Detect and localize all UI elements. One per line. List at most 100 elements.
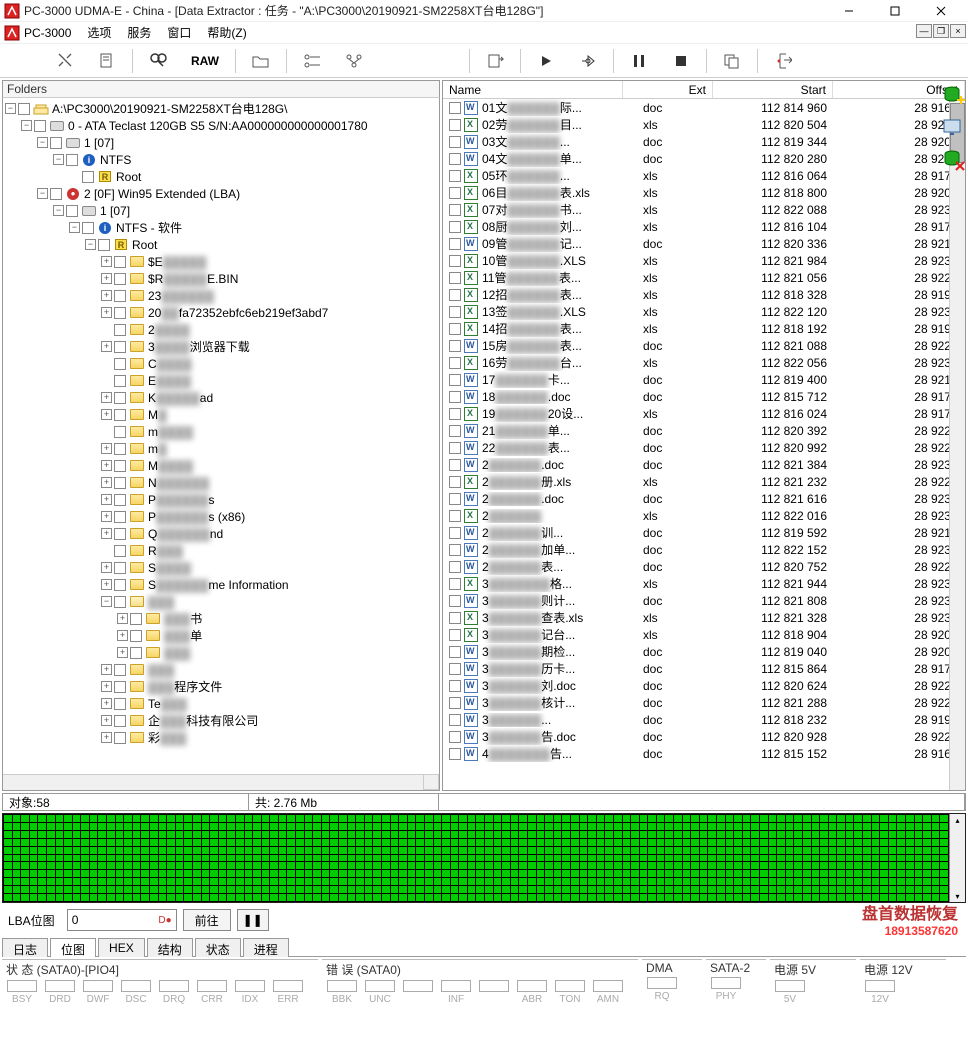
tree-row[interactable]: −0 - ATA Teclast 120GB S5 S/N:AA00000000…	[5, 117, 437, 134]
tree-row[interactable]: +▓▓▓	[5, 661, 437, 678]
tree-row[interactable]: +20▓▓fa72352ebfc6eb219ef3abd7	[5, 304, 437, 321]
tree-toggle[interactable]: +	[101, 409, 112, 420]
tree-checkbox[interactable]	[66, 205, 78, 217]
row-checkbox[interactable]	[449, 459, 461, 471]
lba-pause-button[interactable]: ❚❚	[237, 909, 269, 931]
row-checkbox[interactable]	[449, 442, 461, 454]
file-row[interactable]: 3▓▓▓▓▓▓刘.docdoc112 820 62428 922 2	[443, 677, 965, 694]
tree-toggle[interactable]: +	[101, 307, 112, 318]
file-row[interactable]: 13签▓▓▓▓▓▓.XLSxls112 822 12028 923 7	[443, 303, 965, 320]
tree-toggle[interactable]: +	[101, 494, 112, 505]
tree-toggle[interactable]: +	[101, 664, 112, 675]
tab-hex[interactable]: HEX	[98, 938, 145, 957]
tree-row[interactable]: −RRoot	[5, 236, 437, 253]
file-row[interactable]: 3▓▓▓▓▓▓则计...doc112 821 80828 923 4	[443, 592, 965, 609]
file-row[interactable]: 21▓▓▓▓▓▓单...doc112 820 39228 922 0	[443, 422, 965, 439]
tree-checkbox[interactable]	[114, 681, 126, 693]
file-row[interactable]: 10管▓▓▓▓▓▓.XLSxls112 821 98428 923 6	[443, 252, 965, 269]
tree-checkbox[interactable]	[82, 222, 94, 234]
row-checkbox[interactable]	[449, 255, 461, 267]
file-row[interactable]: 2▓▓▓▓▓▓训...doc112 819 59228 921 2	[443, 524, 965, 541]
toolbar-exit[interactable]	[763, 47, 803, 75]
file-list[interactable]: Name Ext Start Offset 01文▓▓▓▓▓▓际...doc11…	[442, 80, 966, 791]
file-row[interactable]: 03文▓▓▓▓▓▓...doc112 819 34428 920 4	[443, 133, 965, 150]
row-checkbox[interactable]	[449, 136, 461, 148]
tree-toggle[interactable]: −	[5, 103, 16, 114]
row-checkbox[interactable]	[449, 714, 461, 726]
tree-checkbox[interactable]	[114, 545, 126, 557]
file-row[interactable]: 07对▓▓▓▓▓▓书...xls112 822 08828 923 7	[443, 201, 965, 218]
row-checkbox[interactable]	[449, 425, 461, 437]
file-row[interactable]: 08厨▓▓▓▓▓▓刘...xls112 816 10428 917 7	[443, 218, 965, 235]
row-checkbox[interactable]	[449, 272, 461, 284]
tree-checkbox[interactable]	[130, 647, 142, 659]
file-row[interactable]: 22▓▓▓▓▓▓表...doc112 820 99228 922 6	[443, 439, 965, 456]
lba-go-button[interactable]: 前往	[183, 909, 231, 931]
tree-row[interactable]: +▓▓▓程序文件	[5, 678, 437, 695]
file-row[interactable]: 4▓▓▓▓▓▓▓告...doc112 815 15228 916 7	[443, 745, 965, 762]
tree-toggle[interactable]: +	[101, 460, 112, 471]
tree-toggle[interactable]: +	[101, 698, 112, 709]
tree-checkbox[interactable]	[34, 120, 46, 132]
file-row[interactable]: 15房▓▓▓▓▓▓表...doc112 821 08828 922 7	[443, 337, 965, 354]
tree-row[interactable]: +K▓▓▓▓▓ad	[5, 389, 437, 406]
mdi-restore[interactable]: ❐	[933, 24, 949, 38]
tree-toggle[interactable]: +	[101, 562, 112, 573]
tree-toggle[interactable]: +	[101, 528, 112, 539]
row-checkbox[interactable]	[449, 527, 461, 539]
tree-toggle[interactable]: −	[101, 596, 112, 607]
tree-row[interactable]: +$R▓▓▓▓▓E.BIN	[5, 270, 437, 287]
tree-row[interactable]: +彩▓▓▓	[5, 729, 437, 746]
tree-checkbox[interactable]	[114, 290, 126, 302]
row-checkbox[interactable]	[449, 187, 461, 199]
tree-checkbox[interactable]	[114, 392, 126, 404]
tree-toggle[interactable]: +	[101, 579, 112, 590]
tree-checkbox[interactable]	[130, 630, 142, 642]
tree-row[interactable]: R▓▓▓	[5, 542, 437, 559]
menu-window[interactable]: 窗口	[159, 22, 199, 43]
tree-toggle[interactable]: +	[101, 511, 112, 522]
tree-row[interactable]: −1 [07]	[5, 134, 437, 151]
toolbar-export[interactable]	[475, 47, 515, 75]
menu-help[interactable]: 帮助(Z)	[199, 22, 254, 43]
tree-row[interactable]: +M▓	[5, 406, 437, 423]
tree-checkbox[interactable]	[114, 562, 126, 574]
tree-row[interactable]: −●2 [0F] Win95 Extended (LBA)	[5, 185, 437, 202]
toolbar-pause[interactable]	[619, 47, 659, 75]
row-checkbox[interactable]	[449, 663, 461, 675]
tree-checkbox[interactable]	[114, 511, 126, 523]
file-row[interactable]: 18▓▓▓▓▓▓.docdoc112 815 71228 917 3	[443, 388, 965, 405]
file-row[interactable]: 2▓▓▓▓▓▓xls112 822 01628 923 6	[443, 507, 965, 524]
tree-toggle[interactable]: +	[101, 392, 112, 403]
row-checkbox[interactable]	[449, 102, 461, 114]
toolbar-graph1[interactable]	[292, 47, 332, 75]
tree-toggle[interactable]: +	[101, 290, 112, 301]
row-checkbox[interactable]	[449, 289, 461, 301]
tab-log[interactable]: 日志	[2, 938, 48, 957]
toolbar-copy[interactable]	[712, 47, 752, 75]
row-checkbox[interactable]	[449, 204, 461, 216]
file-row[interactable]: 05环▓▓▓▓▓▓...xls112 816 06428 917 6	[443, 167, 965, 184]
mdi-minimize[interactable]: —	[916, 24, 932, 38]
close-button[interactable]	[918, 0, 964, 22]
file-row[interactable]: 14招▓▓▓▓▓▓表...xls112 818 19228 919 8	[443, 320, 965, 337]
tree-checkbox[interactable]	[114, 698, 126, 710]
tree-toggle[interactable]: +	[117, 647, 128, 658]
toolbar-step[interactable]	[568, 47, 608, 75]
tree-checkbox[interactable]	[114, 460, 126, 472]
tree-row[interactable]: E▓▓▓▓	[5, 372, 437, 389]
row-checkbox[interactable]	[449, 357, 461, 369]
file-row[interactable]: 2▓▓▓▓▓▓.docdoc112 821 61628 923 2	[443, 490, 965, 507]
tree-row[interactable]: +▓▓▓	[5, 644, 437, 661]
row-checkbox[interactable]	[449, 493, 461, 505]
tree-toggle[interactable]: −	[37, 188, 48, 199]
tree-checkbox[interactable]	[114, 596, 126, 608]
row-checkbox[interactable]	[449, 323, 461, 335]
toolbar-search[interactable]	[138, 47, 178, 75]
row-checkbox[interactable]	[449, 629, 461, 641]
tree-checkbox[interactable]	[114, 494, 126, 506]
file-row[interactable]: 3▓▓▓▓▓▓查表.xlsxls112 821 32828 923 2	[443, 609, 965, 626]
menu-options[interactable]: 选项	[79, 22, 119, 43]
file-row[interactable]: 3▓▓▓▓▓▓核计...doc112 821 28828 922 9	[443, 694, 965, 711]
tree-row[interactable]: +P▓▓▓▓▓▓s (x86)	[5, 508, 437, 525]
